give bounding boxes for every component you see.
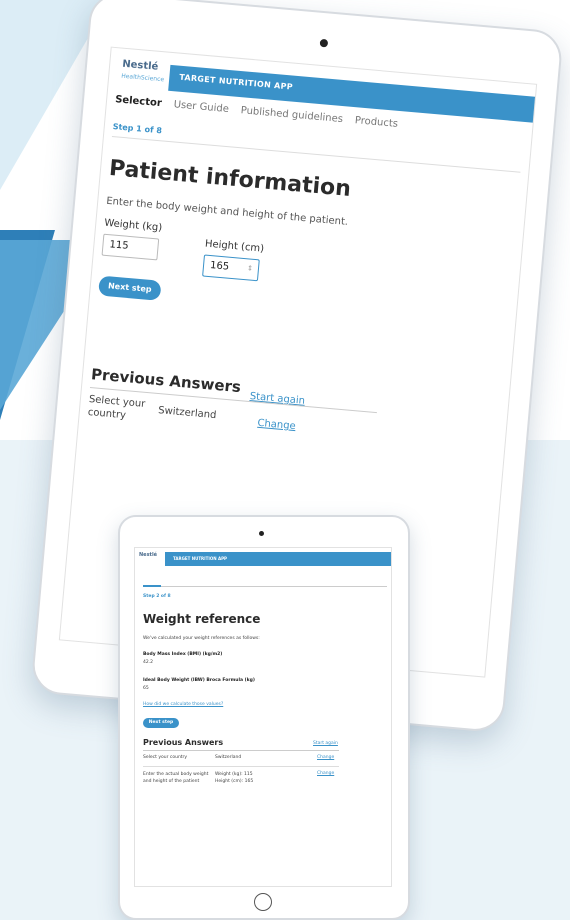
change-link[interactable]: Change — [317, 771, 334, 776]
divider — [143, 750, 339, 751]
active-tab-indicator — [143, 585, 161, 587]
small-tablet-screen: Nestlé TARGET NUTRITION APP Step 2 of 8 … — [134, 547, 392, 887]
home-button[interactable] — [254, 893, 272, 911]
weight-label: Weight (kg) — [103, 217, 163, 234]
start-again-link[interactable]: Start again — [313, 741, 338, 746]
nestle-logo: Nestlé — [139, 552, 158, 558]
next-step-button[interactable]: Next step — [143, 718, 179, 728]
answer-question: Enter the actual body weight and height … — [143, 772, 209, 784]
height-value: 165 — [209, 260, 230, 273]
answer-question: Select your country — [143, 755, 188, 760]
small-tablet: Nestlé TARGET NUTRITION APP Step 2 of 8 … — [118, 515, 410, 920]
height-input[interactable]: 165 ⇕ — [202, 254, 260, 282]
answer-question: Select your country — [87, 394, 146, 422]
step-indicator: Step 2 of 8 — [143, 594, 171, 599]
next-step-button[interactable]: Next step — [98, 275, 162, 301]
app-header: Nestlé TARGET NUTRITION APP — [135, 552, 391, 566]
tab-published-guidelines[interactable]: Published guidelines — [240, 105, 343, 125]
divider — [143, 766, 339, 767]
answer-value: Switzerland — [215, 755, 242, 760]
page-title: Weight reference — [143, 612, 261, 626]
answer-value: Switzerland — [157, 405, 217, 422]
previous-answers-title: Previous Answers — [143, 738, 224, 747]
nestle-logo: Nestlé HealthScience — [116, 58, 171, 89]
weight-input[interactable]: 115 — [101, 233, 160, 261]
bmi-value: 42.2 — [143, 660, 154, 665]
intro-text: We've calculated your weight references … — [143, 636, 260, 641]
page-title: Patient information — [108, 155, 352, 202]
tab-selector[interactable]: Selector — [115, 94, 162, 109]
tab-products[interactable]: Products — [354, 115, 398, 130]
ibw-value: 65 — [143, 686, 149, 691]
height-label: Height (cm) — [204, 238, 265, 255]
camera-dot — [259, 531, 264, 536]
previous-answers-title: Previous Answers — [90, 365, 242, 397]
tab-user-guide[interactable]: User Guide — [173, 99, 229, 115]
step-indicator: Step 1 of 8 — [112, 122, 163, 136]
spinner-icon[interactable]: ⇕ — [247, 264, 254, 272]
change-link[interactable]: Change — [257, 418, 296, 432]
change-link[interactable]: Change — [317, 755, 334, 760]
bmi-label: Body Mass Index (BMI) (kg/m2) — [143, 652, 223, 657]
app-title: TARGET NUTRITION APP — [173, 556, 227, 561]
ibw-label: Ideal Body Weight (IBW) Broca Formula (k… — [143, 678, 255, 683]
answer-value: Weight (kg): 115 Height (cm): 165 — [215, 772, 254, 784]
camera-dot — [319, 38, 329, 48]
calc-info-link[interactable]: How did we calculate those values? — [143, 702, 223, 707]
divider — [143, 586, 387, 587]
